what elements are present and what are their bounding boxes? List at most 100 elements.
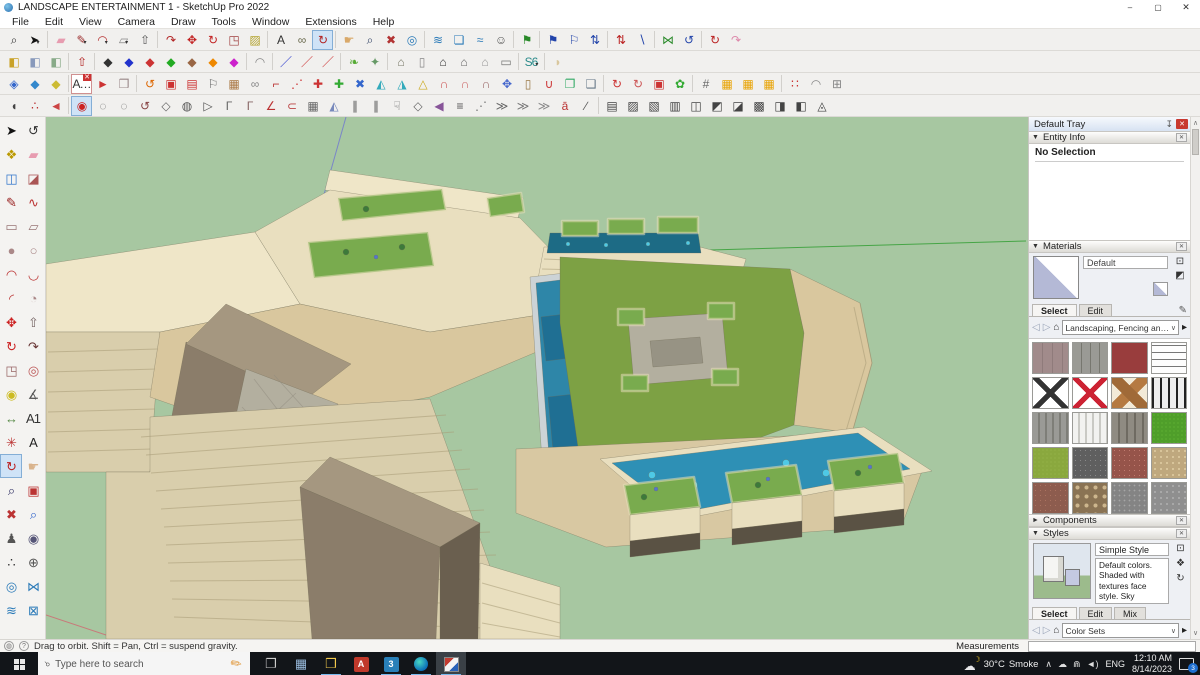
viewport-canvas[interactable] xyxy=(46,117,1028,639)
tab-edit[interactable]: Edit xyxy=(1078,304,1113,316)
cone-tool[interactable]: △ xyxy=(412,74,433,94)
maximize-button[interactable]: ▢ xyxy=(1144,0,1172,15)
material-swatch-gravel-brown[interactable] xyxy=(1032,482,1069,514)
material-swatch-wire-fence[interactable] xyxy=(1150,342,1187,374)
start-button[interactable] xyxy=(0,652,38,675)
paint-bucket-tool[interactable]: ▨ xyxy=(244,30,265,50)
red-list-tool[interactable]: ▤ xyxy=(181,74,202,94)
wall-lines1-tool[interactable]: ∥ xyxy=(344,96,365,116)
corner-tool[interactable]: ⌐ xyxy=(265,74,286,94)
house-outline-tool[interactable]: ⌂ xyxy=(474,52,495,72)
fence3-tool[interactable]: ▧ xyxy=(643,96,664,116)
sample-paint-icon[interactable]: ✎ xyxy=(1179,305,1187,316)
cone-blue-tool[interactable]: ◭ xyxy=(323,96,344,116)
forward-icon[interactable]: ▷ xyxy=(1043,322,1051,333)
material-swatch-grass-olive[interactable] xyxy=(1032,447,1069,479)
3dsmax-app[interactable]: 3 xyxy=(376,652,406,675)
follow-me-tool[interactable]: ↷ xyxy=(160,30,181,50)
arc-tool[interactable]: ◠ ▾ xyxy=(92,30,113,50)
measurements-input[interactable] xyxy=(1028,640,1196,652)
sandbox-smooth-tool[interactable]: ◗ xyxy=(547,52,568,72)
tab-mix[interactable]: Mix xyxy=(1114,607,1147,619)
two-point-arc-tool[interactable]: ◡ xyxy=(22,262,44,286)
clock[interactable]: 12:10 AM 8/14/2023 xyxy=(1132,653,1172,675)
material-swatch-lattice-red[interactable] xyxy=(1071,377,1108,409)
tape-measure-tool[interactable]: ◉ xyxy=(0,382,22,406)
rectangle-tool[interactable]: ▱ ▾ xyxy=(113,30,134,50)
rotate-box-tool[interactable]: ↻ xyxy=(606,74,627,94)
green-plus-tool[interactable]: ✚ xyxy=(328,74,349,94)
update-style-icon[interactable]: ❖ xyxy=(1176,558,1185,569)
home-icon[interactable]: ⌂ xyxy=(1053,625,1059,636)
water-drop1-tool[interactable]: ◭ xyxy=(370,74,391,94)
three-point-arc-tool[interactable]: ◜ xyxy=(0,286,22,310)
flag-blue-tool[interactable]: ⚑ xyxy=(542,30,563,50)
flatten-terrain-tool[interactable]: ⋈ xyxy=(657,30,678,50)
zoom-tool[interactable]: ⌕ xyxy=(3,30,24,50)
material-name-field[interactable]: Default xyxy=(1083,256,1168,269)
language-indicator[interactable]: ENG xyxy=(1105,659,1125,669)
glasses-tool[interactable]: ∞ xyxy=(244,74,265,94)
close-icon[interactable]: ✕ xyxy=(1176,133,1187,142)
material-swatch-wood-planks-gray[interactable] xyxy=(1111,412,1148,444)
chevrons2-tool[interactable]: ≫ xyxy=(512,96,533,116)
material-swatch-gravel-dark[interactable] xyxy=(1071,447,1108,479)
a-bar-tool[interactable]: ā xyxy=(554,96,575,116)
rectangle-tool[interactable]: ▭ xyxy=(0,214,22,238)
dropdown-caret-icon[interactable]: ▾ xyxy=(37,39,40,46)
orange-swirl-tool[interactable]: ↺ xyxy=(139,74,160,94)
house-builder-tool[interactable]: ⌂ xyxy=(390,52,411,72)
chevrons3-tool[interactable]: ≫ xyxy=(533,96,554,116)
material-swatch-gravel-gray[interactable] xyxy=(1111,482,1148,514)
fence4-tool[interactable]: ▥ xyxy=(664,96,685,116)
blue-move-tool[interactable]: ✥ xyxy=(496,74,517,94)
tab-edit[interactable]: Edit xyxy=(1078,607,1113,619)
onedrive-icon[interactable]: ☁ xyxy=(1058,659,1067,670)
flip-tool[interactable]: ◖ xyxy=(3,96,24,116)
material-swatch-gravel-tan[interactable] xyxy=(1150,447,1187,479)
styles-header[interactable]: ▼ Styles ✕ xyxy=(1029,527,1190,540)
fence9-tool[interactable]: ◨ xyxy=(769,96,790,116)
corner1-tool[interactable]: Γ xyxy=(218,96,239,116)
drop-green[interactable]: ◆ xyxy=(160,52,181,72)
section-outline-tool[interactable]: ⊠ xyxy=(22,598,44,622)
line-tool[interactable]: ✎ xyxy=(0,190,22,214)
geolocation-icon[interactable]: ◍ xyxy=(4,641,14,651)
shape-outline1-tool[interactable]: ◌ xyxy=(92,96,113,116)
scroll-up-icon[interactable]: ∧ xyxy=(1193,119,1198,127)
file-explorer-app[interactable]: ❒ xyxy=(316,652,346,675)
list-tool[interactable]: ≡ xyxy=(449,96,470,116)
autocad-app[interactable]: A xyxy=(346,652,376,675)
details-icon[interactable]: ▸ xyxy=(1182,625,1187,636)
extension-warehouse-tool[interactable]: ≈ xyxy=(469,30,490,50)
material-swatch-lattice-white[interactable] xyxy=(1032,377,1069,409)
menu-tools[interactable]: Tools xyxy=(203,16,244,28)
chevrons1-tool[interactable]: ≫ xyxy=(491,96,512,116)
red-u-tool[interactable]: ∪ xyxy=(538,74,559,94)
zoom-photo-tool[interactable]: ⌕ xyxy=(22,502,44,526)
red-wing-tool[interactable]: ◄ xyxy=(45,96,66,116)
position-camera-tool[interactable]: ♟ xyxy=(0,526,22,550)
fredo-blue1-tool[interactable]: ◈ xyxy=(3,74,24,94)
push-pull-tool[interactable]: ⇧ xyxy=(134,30,155,50)
freehand-tool[interactable]: ∿ xyxy=(22,190,44,214)
menu-file[interactable]: File xyxy=(4,16,37,28)
green-copy-tool[interactable]: ❐ xyxy=(559,74,580,94)
export-tool[interactable]: ► xyxy=(92,74,113,94)
tab-select[interactable]: Select xyxy=(1032,607,1077,619)
zoom-extents-tool[interactable]: ✖ xyxy=(380,30,401,50)
curve-pink-tool[interactable]: ↷ xyxy=(725,30,746,50)
drop-magenta[interactable]: ◆ xyxy=(223,52,244,72)
select-tool[interactable]: ➤ xyxy=(0,118,22,142)
dotted-curve-tool[interactable]: ⋰ xyxy=(286,74,307,94)
material-swatch-stone-cobble[interactable] xyxy=(1071,342,1108,374)
material-swatch-gravel-red[interactable] xyxy=(1111,447,1148,479)
components-header[interactable]: ► Components ✕ xyxy=(1029,514,1190,527)
material-swatch-picket-fence-white[interactable] xyxy=(1071,412,1108,444)
s6-tool[interactable]: S6 ▾ xyxy=(521,52,542,72)
fence5-tool[interactable]: ◫ xyxy=(685,96,706,116)
arc-shape2-tool[interactable]: ∩ xyxy=(454,74,475,94)
materials-collection-dropdown[interactable]: Landscaping, Fencing and V ∨ xyxy=(1062,320,1179,335)
polygon-tool[interactable]: ○ xyxy=(22,238,44,262)
raise-objects-tool[interactable]: ⇅ xyxy=(584,30,605,50)
